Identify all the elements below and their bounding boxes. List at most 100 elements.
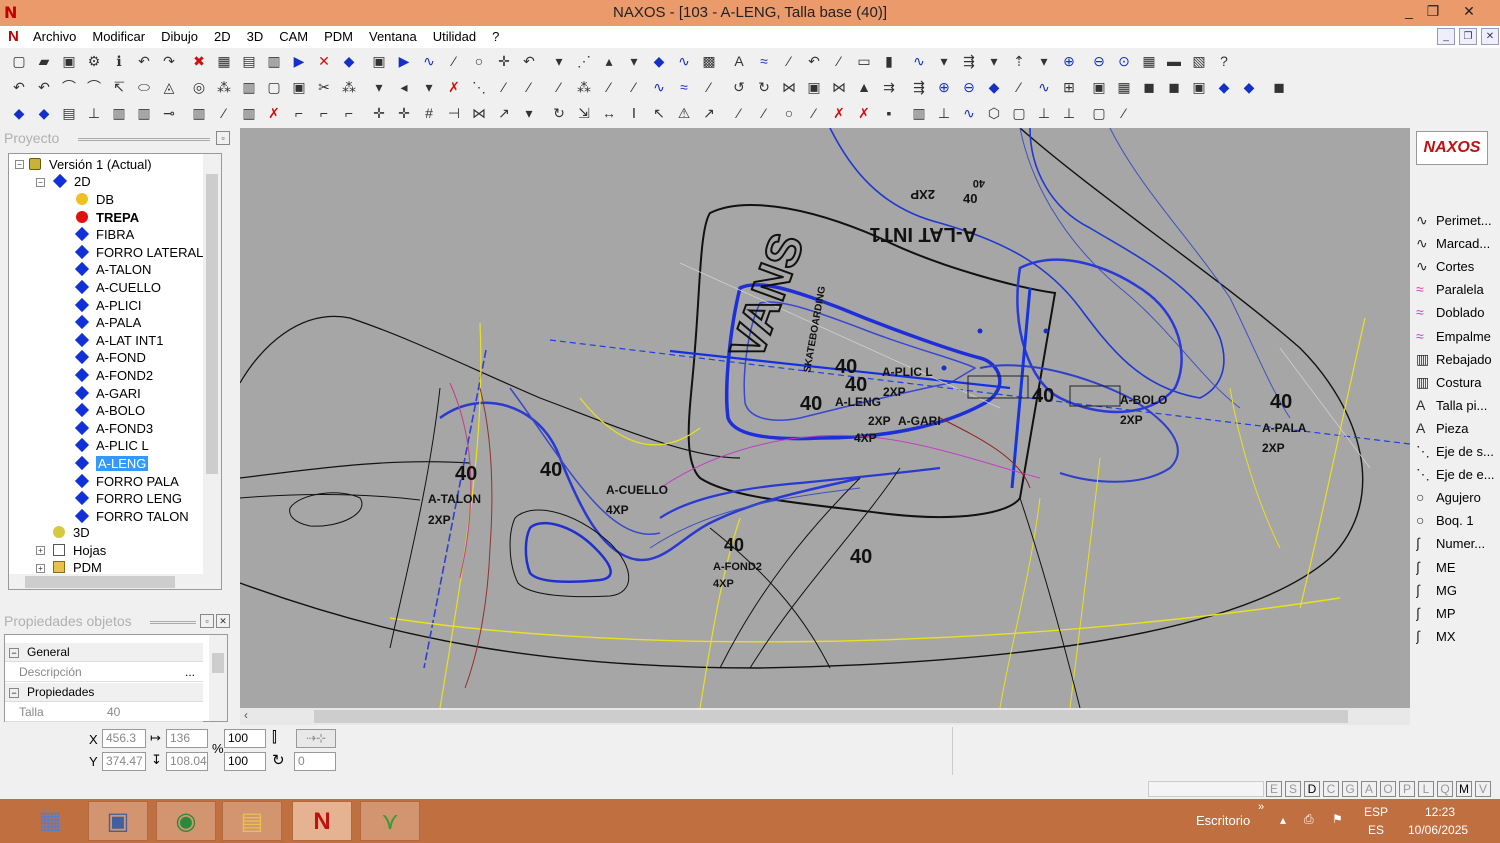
menu-item-3[interactable]: 2D	[214, 29, 239, 44]
app-menu-icon[interactable]: N	[8, 28, 19, 45]
tool3-button-18-icon[interactable]: ⋈	[470, 104, 488, 122]
tool-mg[interactable]: ∫ MG	[1416, 580, 1500, 600]
tool1-button-8-icon[interactable]: ▦	[215, 52, 233, 70]
x-input[interactable]: 456.3	[102, 729, 146, 748]
tool2-button-20-icon[interactable]: ⁄	[520, 78, 538, 96]
tree-item-a-bolo[interactable]: A-BOLO	[74, 402, 145, 419]
tree-item-forro-lateral[interactable]: FORRO LATERAL	[74, 244, 203, 261]
tool2-button-10-icon[interactable]: ▢	[265, 78, 283, 96]
tool3-button-29-icon[interactable]: ⁄	[755, 104, 773, 122]
tool3-button-31-icon[interactable]: ⁄	[805, 104, 823, 122]
tool1-button-41-icon[interactable]: ⊕	[1060, 52, 1078, 70]
clock-date[interactable]: 10/06/2025	[1408, 823, 1468, 837]
tool1-button-21-icon[interactable]: ▾	[550, 52, 568, 70]
prop-row-descripcion[interactable]: Descripción ...	[5, 663, 203, 682]
tool-boq-1[interactable]: ○ Boq. 1	[1416, 510, 1500, 530]
pin-icon[interactable]: ▫	[200, 614, 214, 628]
status-toggle-l[interactable]: L	[1418, 781, 1434, 797]
desktop-toolbar-label[interactable]: Escritorio	[1196, 813, 1250, 828]
scroll-left-icon[interactable]: ‹	[244, 708, 248, 722]
tool3-button-1-icon[interactable]: ◆	[35, 104, 53, 122]
talla-value[interactable]: 40	[107, 703, 120, 722]
y-input[interactable]: 374.47	[102, 752, 146, 771]
tree-item-a-lat-int1[interactable]: A-LAT INT1	[74, 332, 163, 349]
tool1-button-27-icon[interactable]: ▩	[700, 52, 718, 70]
tool3-button-34-icon[interactable]: ▪	[880, 104, 898, 122]
tool2-button-1-icon[interactable]: ↶	[35, 78, 53, 96]
tool3-button-5-icon[interactable]: ▥	[135, 104, 153, 122]
tool1-button-0-icon[interactable]: ▢	[10, 52, 28, 70]
tree-node-version[interactable]: Versión 1 (Actual)	[29, 156, 152, 173]
toolbar-chevron-icon[interactable]: »	[1258, 801, 1264, 813]
tool3-button-40-icon[interactable]: ⊥	[1035, 104, 1053, 122]
flag-icon[interactable]: ⚑	[1332, 812, 1343, 826]
tool3-button-39-icon[interactable]: ▢	[1010, 104, 1028, 122]
mdi-minimize-button[interactable]: _	[1437, 28, 1455, 45]
tool1-button-6-icon[interactable]: ↷	[160, 52, 178, 70]
tool-costura[interactable]: ▥ Costura	[1416, 372, 1500, 392]
tool3-button-42-icon[interactable]: ▢	[1090, 104, 1108, 122]
tool2-button-2-icon[interactable]: ⌒	[60, 78, 78, 96]
tool2-button-13-icon[interactable]: ⁂	[340, 78, 358, 96]
tool2-button-15-icon[interactable]: ◂	[395, 78, 413, 96]
tool3-button-7-icon[interactable]: ▥	[190, 104, 208, 122]
tool2-button-30-icon[interactable]: ⋈	[780, 78, 798, 96]
tool2-button-41-icon[interactable]: ⊞	[1060, 78, 1078, 96]
tree-item-a-fond[interactable]: A-FOND	[74, 349, 146, 366]
taskbar-app-green[interactable]: ⋎	[360, 801, 420, 841]
menu-item-0[interactable]: Archivo	[33, 29, 84, 44]
tool2-button-48-icon[interactable]: ◆	[1240, 78, 1258, 96]
tool-eje-de-s-[interactable]: ⋱ Eje de s...	[1416, 441, 1500, 461]
tool3-button-35-icon[interactable]: ▥	[910, 104, 928, 122]
tool3-button-21-icon[interactable]: ↻	[550, 104, 568, 122]
tree-item-a-plici[interactable]: A-PLICI	[74, 297, 142, 314]
tool3-button-6-icon[interactable]: ⊸	[160, 104, 178, 122]
tool3-button-17-icon[interactable]: ⊣	[445, 104, 463, 122]
tool2-button-5-icon[interactable]: ⬭	[135, 78, 153, 96]
tool-mp[interactable]: ∫ MP	[1416, 603, 1500, 623]
close-button[interactable]: ✕	[1444, 0, 1494, 22]
collapse-icon[interactable]: −	[15, 160, 24, 169]
tool2-button-17-icon[interactable]: ✗	[445, 78, 463, 96]
tree-item-a-cuello[interactable]: A-CUELLO	[74, 279, 161, 296]
menu-item-2[interactable]: Dibujo	[161, 29, 206, 44]
tool-cortes[interactable]: ∿ Cortes	[1416, 256, 1500, 276]
tree-vscroll-thumb[interactable]	[206, 174, 218, 474]
tool3-button-25-icon[interactable]: ↖	[650, 104, 668, 122]
tool3-button-11-icon[interactable]: ⌐	[290, 104, 308, 122]
tool1-button-46-icon[interactable]: ▧	[1190, 52, 1208, 70]
tool2-button-37-icon[interactable]: ⊖	[960, 78, 978, 96]
tool3-button-26-icon[interactable]: ⚠	[675, 104, 693, 122]
tree-node-3d[interactable]: 3D	[53, 524, 90, 541]
status-toggle-q[interactable]: Q	[1437, 781, 1453, 797]
menu-item-8[interactable]: Utilidad	[433, 29, 484, 44]
tree-node-hojas[interactable]: Hojas	[53, 542, 106, 559]
scale-x-input[interactable]: 100	[224, 729, 266, 748]
tool1-button-5-icon[interactable]: ↶	[135, 52, 153, 70]
tree-vscroll[interactable]	[203, 154, 221, 574]
tool1-button-13-icon[interactable]: ◆	[340, 52, 358, 70]
tree-item-a-fond2[interactable]: A-FOND2	[74, 367, 153, 384]
tool-rebajado[interactable]: ▥ Rebajado	[1416, 349, 1500, 369]
tree-hscroll[interactable]	[9, 574, 221, 589]
tool2-button-43-icon[interactable]: ▦	[1115, 78, 1133, 96]
tool2-button-8-icon[interactable]: ⁂	[215, 78, 233, 96]
tool2-button-35-icon[interactable]: ⇶	[910, 78, 928, 96]
tool2-button-24-icon[interactable]: ⁄	[625, 78, 643, 96]
rotation-input[interactable]: 0	[294, 752, 336, 771]
tool1-button-2-icon[interactable]: ▣	[60, 52, 78, 70]
tool3-button-19-icon[interactable]: ↗	[495, 104, 513, 122]
width-input[interactable]: 136	[166, 729, 208, 748]
taskbar-explorer-app[interactable]: ▣	[88, 801, 148, 841]
tool1-button-12-icon[interactable]: ✕	[315, 52, 333, 70]
tree-item-trepa[interactable]: TREPA	[75, 209, 139, 226]
tool-doblado[interactable]: ≈ Doblado	[1416, 302, 1500, 322]
tool3-button-36-icon[interactable]: ⊥	[935, 104, 953, 122]
scale-y-input[interactable]: 100	[224, 752, 266, 771]
status-toggle-a[interactable]: A	[1361, 781, 1377, 797]
taskbar-calculator[interactable]: ▦	[20, 801, 80, 841]
tool2-button-36-icon[interactable]: ⊕	[935, 78, 953, 96]
tool-perimet-[interactable]: ∿ Perimet...	[1416, 210, 1500, 230]
tool2-button-31-icon[interactable]: ▣	[805, 78, 823, 96]
tool2-button-16-icon[interactable]: ▾	[420, 78, 438, 96]
